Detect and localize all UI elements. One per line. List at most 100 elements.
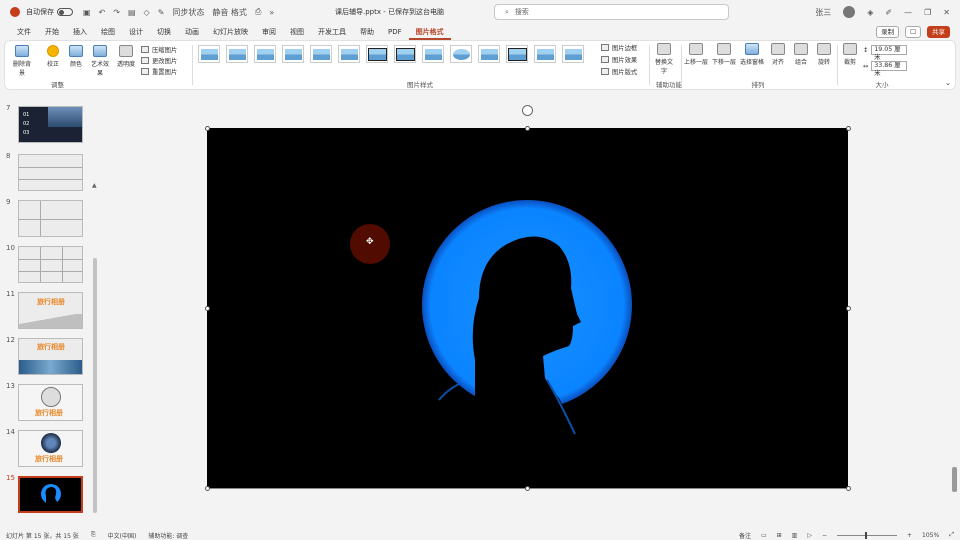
tab-developer[interactable]: 开发工具 <box>311 24 353 40</box>
normal-view-icon[interactable]: ▭ <box>761 532 767 539</box>
group-button[interactable]: 组合 <box>790 43 812 66</box>
picture-style-14[interactable] <box>562 45 584 63</box>
tab-picture-format[interactable]: 图片格式 <box>408 24 451 40</box>
record-button[interactable]: 录制 <box>876 26 900 38</box>
save-icon[interactable]: ▣ <box>83 8 91 17</box>
reset-picture-button[interactable]: 重置图片 <box>141 67 177 76</box>
accessibility-status[interactable]: 辅助功能: 调查 <box>148 531 188 540</box>
crop-button[interactable]: 裁剪 <box>839 43 861 66</box>
picture-style-2[interactable] <box>226 45 248 63</box>
resize-handle-bottom-right[interactable] <box>846 486 851 491</box>
tab-home[interactable]: 开始 <box>38 24 66 40</box>
tab-review[interactable]: 审阅 <box>255 24 283 40</box>
zoom-out-icon[interactable]: − <box>822 532 827 539</box>
resize-handle-bottom-left[interactable] <box>205 486 210 491</box>
close-icon[interactable]: ✕ <box>943 8 950 17</box>
tab-insert[interactable]: 插入 <box>66 24 94 40</box>
thumbnail-slide-8[interactable]: 8 <box>0 152 100 192</box>
picture-style-11[interactable] <box>478 45 500 63</box>
thumbnail-slide-7[interactable]: 7 01 02 03 <box>0 104 100 144</box>
resize-handle-top-left[interactable] <box>205 126 210 131</box>
corrections-button[interactable]: 校正 <box>42 45 64 68</box>
resize-handle-left[interactable] <box>205 306 210 311</box>
zoom-level[interactable]: 105% <box>922 532 939 539</box>
change-picture-button[interactable]: 更改图片 <box>141 56 177 65</box>
sync-label[interactable]: 同步状态 <box>172 7 204 18</box>
picture-style-5[interactable] <box>310 45 332 63</box>
bring-forward-button[interactable]: 上移一层 <box>683 43 709 66</box>
slide-sorter-icon[interactable]: ⊞ <box>777 532 782 539</box>
send-backward-button[interactable]: 下移一层 <box>711 43 737 66</box>
thumbnail-slide-9[interactable]: 9 <box>0 198 100 238</box>
selection-pane-button[interactable]: 选择窗格 <box>739 43 765 66</box>
artistic-effects-button[interactable]: 艺术效果 <box>89 45 111 77</box>
redo-icon[interactable]: ↷ <box>113 8 120 17</box>
tab-transitions[interactable]: 切换 <box>150 24 178 40</box>
minimize-icon[interactable]: — <box>904 8 912 17</box>
rotate-button[interactable]: 旋转 <box>813 43 835 66</box>
zoom-slider[interactable] <box>837 531 897 539</box>
width-input[interactable]: 33.86 厘米 <box>871 61 908 77</box>
document-title[interactable]: 课后辅导.pptx - 已保存到这台电脑 <box>335 7 444 17</box>
picture-style-13[interactable] <box>534 45 556 63</box>
tab-pdf[interactable]: PDF <box>381 24 409 40</box>
picture-style-12[interactable] <box>506 45 528 63</box>
picture-style-9[interactable] <box>422 45 444 63</box>
thumbnail-scrollbar[interactable] <box>93 258 97 513</box>
picture-layout-button[interactable]: 图片版式 <box>601 67 637 76</box>
reading-view-icon[interactable]: ▥ <box>792 532 798 539</box>
thumbnail-slide-14[interactable]: 14 旅行相册 <box>0 428 100 468</box>
tab-design[interactable]: 设计 <box>122 24 150 40</box>
format-painter-icon[interactable]: ✎ <box>158 8 165 17</box>
pen-icon[interactable]: ✐ <box>885 8 892 17</box>
thumbnail-slide-15[interactable]: 15 <box>0 474 100 514</box>
picture-border-button[interactable]: 图片边框 <box>601 43 637 52</box>
transparency-button[interactable]: 透明度 <box>115 45 137 68</box>
resize-handle-right[interactable] <box>846 306 851 311</box>
resize-handle-top[interactable] <box>525 126 530 131</box>
fit-to-window-icon[interactable]: ⤢ <box>949 531 954 539</box>
thumbnail-slide-10[interactable]: 10 <box>0 244 100 284</box>
format-label[interactable]: 静音 格式 <box>212 7 247 18</box>
shapes-icon[interactable]: ◇ <box>144 8 150 17</box>
thumbnail-slide-13[interactable]: 13 旅行相册 <box>0 382 100 422</box>
avatar[interactable] <box>843 6 856 18</box>
collapse-ribbon-icon[interactable]: ⌄ <box>945 79 951 87</box>
remove-background-button[interactable]: 删除背景 <box>11 45 33 77</box>
new-slide-icon[interactable]: ▤ <box>128 8 136 17</box>
share-button[interactable]: 共享 <box>927 26 950 38</box>
notes-button[interactable]: 备注 <box>739 531 751 540</box>
picture-style-1[interactable] <box>198 45 220 63</box>
autosave-toggle[interactable] <box>57 8 73 16</box>
tab-file[interactable]: 文件 <box>10 24 38 40</box>
user-name[interactable]: 张三 <box>815 7 831 18</box>
undo-icon[interactable]: ↶ <box>99 8 106 17</box>
picture-style-7[interactable] <box>366 45 388 63</box>
comment-button[interactable]: ☐ <box>905 26 921 38</box>
tab-animations[interactable]: 动画 <box>178 24 206 40</box>
picture-style-10[interactable] <box>450 45 472 63</box>
tab-slideshow[interactable]: 幻灯片放映 <box>206 24 255 40</box>
print-icon[interactable]: ⎙ <box>255 7 261 17</box>
restore-icon[interactable]: ❐ <box>924 8 931 17</box>
tab-help[interactable]: 帮助 <box>353 24 381 40</box>
align-button[interactable]: 对齐 <box>767 43 789 66</box>
language-indicator[interactable]: 中文(中国) <box>108 531 137 540</box>
zoom-in-icon[interactable]: + <box>907 532 912 539</box>
picture-style-3[interactable] <box>254 45 276 63</box>
canvas-scrollbar[interactable] <box>952 467 957 492</box>
picture-style-4[interactable] <box>282 45 304 63</box>
height-input[interactable]: 19.05 厘米 <box>871 45 908 61</box>
resize-handle-top-right[interactable] <box>846 126 851 131</box>
diamond-icon[interactable]: ◈ <box>867 8 873 17</box>
color-button[interactable]: 颜色 <box>65 45 87 68</box>
thumbnail-slide-11[interactable]: 11 旅行相册 <box>0 290 100 330</box>
picture-style-8[interactable] <box>394 45 416 63</box>
spellcheck-icon[interactable]: ⎘ <box>91 531 96 539</box>
tab-view[interactable]: 视图 <box>283 24 311 40</box>
picture-effects-button[interactable]: 图片效果 <box>601 55 637 64</box>
autosave-control[interactable]: 自动保存 <box>26 7 73 17</box>
picture-style-6[interactable] <box>338 45 360 63</box>
alt-text-button[interactable]: 替换文字 <box>653 43 675 75</box>
rotate-handle[interactable] <box>522 105 533 116</box>
